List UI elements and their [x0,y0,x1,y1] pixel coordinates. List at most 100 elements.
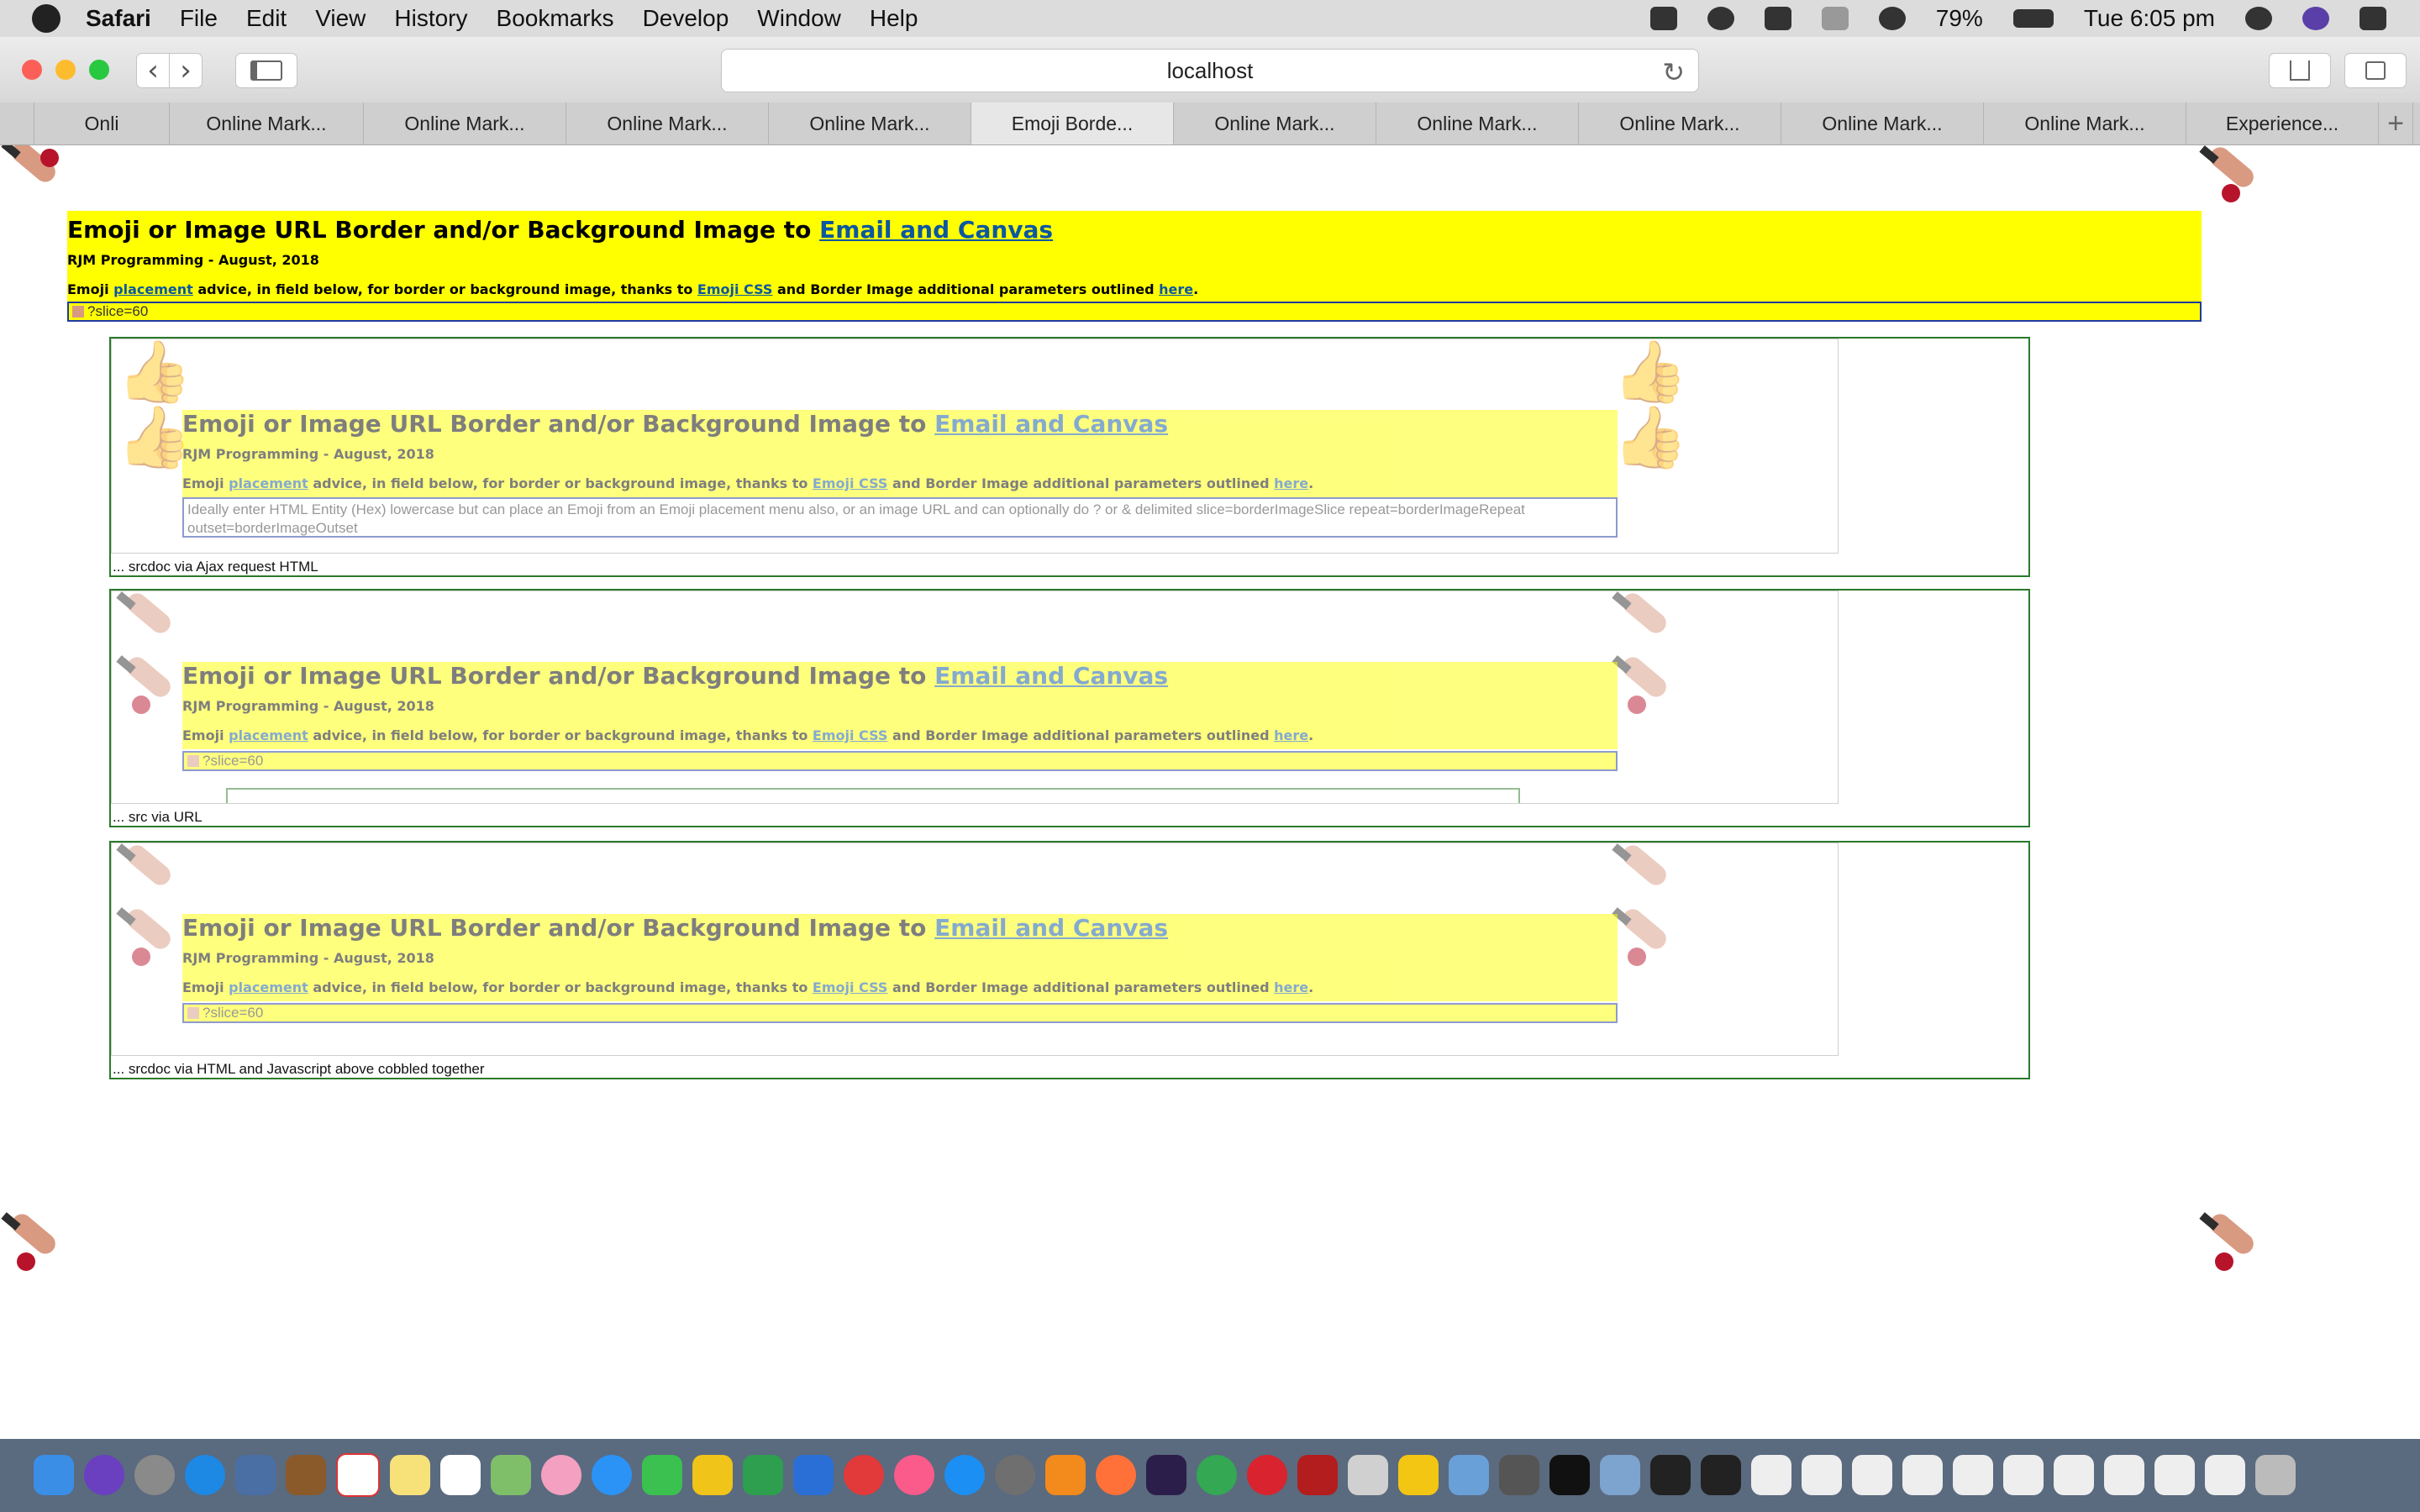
placement-link[interactable]: placement [229,979,308,995]
menu-window[interactable]: Window [757,5,841,32]
tab-online-markup-9[interactable]: Online Mark... [1781,102,1984,144]
sequel-pro-icon[interactable] [1348,1455,1388,1495]
document-icon[interactable] [1751,1455,1791,1495]
photos-icon[interactable] [541,1455,581,1495]
preview-icon[interactable] [235,1455,276,1495]
minimize-window-icon[interactable] [55,60,76,80]
contacts-icon[interactable] [286,1455,326,1495]
keynote-icon[interactable] [793,1455,834,1495]
new-tab-button[interactable]: + [2379,102,2413,144]
menu-help[interactable]: Help [870,5,918,32]
bluetooth-icon[interactable] [1821,7,1849,30]
here-link[interactable]: here [1159,281,1193,297]
terminal-icon[interactable] [1549,1455,1590,1495]
tab-online-markup-4[interactable]: Online Mark... [769,102,971,144]
gimp-icon[interactable] [1449,1455,1489,1495]
trash-icon[interactable] [2255,1455,2296,1495]
photoshop-icon[interactable] [1146,1455,1186,1495]
here-link[interactable]: here [1274,475,1308,491]
emoji-url-input[interactable]: ?slice=60 [67,302,2202,322]
menu-file[interactable]: File [180,5,218,32]
document-icon[interactable] [2205,1455,2245,1495]
here-link[interactable]: here [1274,979,1308,995]
tab-online-markup-0[interactable]: Onli [34,102,170,144]
tab-online-markup-6[interactable]: Online Mark... [1174,102,1376,144]
tab-online-markup-2[interactable]: Online Mark... [364,102,566,144]
document-icon[interactable] [1902,1455,1943,1495]
reminders-icon[interactable] [440,1455,481,1495]
filezilla-icon[interactable] [1297,1455,1338,1495]
apple-menu-icon[interactable] [32,4,60,33]
launchpad-icon[interactable] [134,1455,175,1495]
menu-bookmarks[interactable]: Bookmarks [497,5,614,32]
maps-icon[interactable] [491,1455,531,1495]
placement-link[interactable]: placement [229,475,308,491]
back-button[interactable]: ‹ [136,53,170,88]
screenshot-icon[interactable] [1600,1455,1640,1495]
terminal-window-icon[interactable] [1701,1455,1741,1495]
sidebar-toggle-button[interactable] [235,53,297,88]
document-icon[interactable] [2054,1455,2094,1495]
gear-status-icon[interactable] [1707,7,1734,30]
document-icon[interactable] [1953,1455,1993,1495]
inkscape-icon[interactable] [1499,1455,1539,1495]
calendar-icon[interactable] [336,1453,380,1497]
music-icon[interactable] [894,1455,934,1495]
pages-icon[interactable] [692,1455,733,1495]
airplay-icon[interactable] [1764,7,1791,30]
amazon-icon[interactable] [1045,1455,1086,1495]
menu-edit[interactable]: Edit [246,5,287,32]
tab-online-markup-7[interactable]: Online Mark... [1376,102,1579,144]
document-icon[interactable] [2154,1455,2195,1495]
tab-online-markup-3[interactable]: Online Mark... [566,102,769,144]
menu-develop[interactable]: Develop [643,5,729,32]
siri-icon[interactable] [84,1455,124,1495]
here-link[interactable]: here [1274,727,1308,743]
emoji-css-link[interactable]: Emoji CSS [813,979,888,995]
malwarebytes-icon[interactable] [1649,7,1677,30]
app-store-icon[interactable] [944,1455,985,1495]
system-preferences-icon[interactable] [995,1455,1035,1495]
menu-app-safari[interactable]: Safari [86,5,151,32]
tab-pinned[interactable] [0,102,34,144]
iframe-srcdoc-ajax[interactable]: 👍 👍 👍 👍 Emoji or Image URL Border and/or… [111,339,1839,554]
document-icon[interactable] [1852,1455,1892,1495]
zoom-window-icon[interactable] [89,60,109,80]
emoji-css-link[interactable]: Emoji CSS [697,281,773,297]
placement-link[interactable]: placement [113,281,193,297]
tab-emoji-border-active[interactable]: Emoji Borde... [971,102,1174,144]
safari-icon[interactable] [185,1455,225,1495]
close-window-icon[interactable] [22,60,42,80]
iframe-srcdoc-js[interactable]: Emoji or Image URL Border and/or Backgro… [111,843,1839,1056]
tab-overview-button[interactable] [2344,53,2407,88]
reload-icon[interactable]: ↻ [1662,56,1685,88]
cyberduck-icon[interactable] [1398,1455,1439,1495]
emoji-css-link[interactable]: Emoji CSS [813,727,888,743]
clock[interactable]: Tue 6:05 pm [2084,5,2215,32]
email-canvas-link[interactable]: Email and Canvas [934,410,1168,438]
terminal-window-icon[interactable] [1650,1455,1691,1495]
notification-center-icon[interactable] [2360,7,2386,30]
document-icon[interactable] [2003,1455,2044,1495]
emoji-css-link[interactable]: Emoji CSS [813,475,888,491]
emoji-url-input-placeholder[interactable]: Ideally enter HTML Entity (Hex) lowercas… [182,497,1618,538]
news-icon[interactable] [844,1455,884,1495]
numbers-icon[interactable] [743,1455,783,1495]
tab-online-markup-10[interactable]: Online Mark... [1984,102,2186,144]
tab-online-markup-8[interactable]: Online Mark... [1579,102,1781,144]
menu-history[interactable]: History [394,5,467,32]
firefox-icon[interactable] [1096,1455,1136,1495]
facetime-icon[interactable] [642,1455,682,1495]
share-button[interactable] [2269,53,2331,88]
email-canvas-link[interactable]: Email and Canvas [934,914,1168,942]
opera-icon[interactable] [1247,1455,1287,1495]
tab-experience[interactable]: Experience... [2186,102,2379,144]
forward-button[interactable]: › [169,53,203,88]
emoji-url-input[interactable]: ?slice=60 [182,751,1618,771]
finder-icon[interactable] [34,1455,74,1495]
spotlight-search-icon[interactable] [2245,7,2272,30]
email-canvas-link[interactable]: Email and Canvas [819,216,1053,244]
document-icon[interactable] [2104,1455,2144,1495]
menu-view[interactable]: View [315,5,366,32]
document-icon[interactable] [1802,1455,1842,1495]
